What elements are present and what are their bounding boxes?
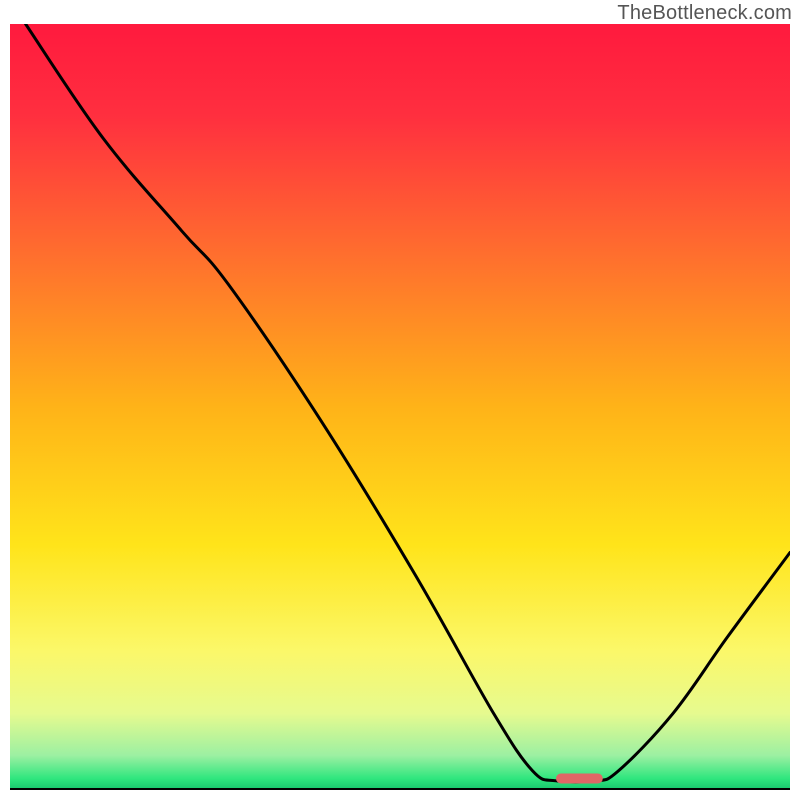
watermark-text: TheBottleneck.com: [617, 2, 792, 25]
optimal-range-marker: [556, 774, 603, 784]
plot-area: [10, 24, 790, 790]
chart-svg: [10, 24, 790, 790]
gradient-background: [10, 24, 790, 790]
chart-stage: TheBottleneck.com: [0, 0, 800, 800]
